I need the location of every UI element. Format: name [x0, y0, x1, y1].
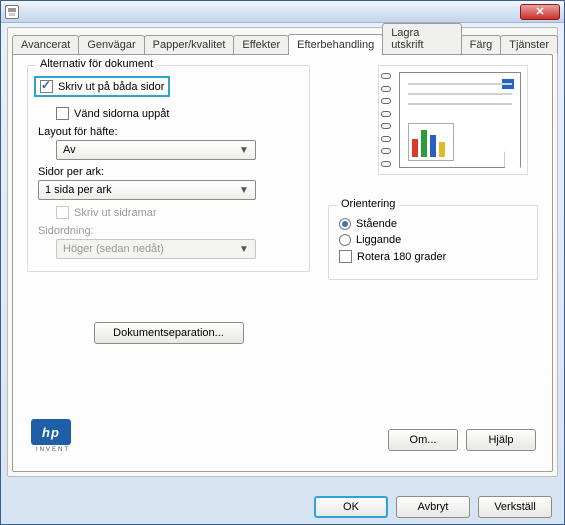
button-label: Hjälp	[488, 434, 513, 446]
tab-label: Färg	[470, 39, 493, 51]
tab-container: Avancerat Genvägar Papper/kvalitet Effek…	[7, 27, 558, 477]
help-button[interactable]: Hjälp	[466, 429, 536, 451]
cancel-button[interactable]: Avbryt	[396, 496, 470, 518]
chevron-down-icon: ▼	[237, 145, 251, 156]
tab-label: Avancerat	[21, 39, 70, 51]
tab-label: Tjänster	[509, 39, 549, 51]
dialog-button-row: OK Avbryt Verkställ	[314, 496, 552, 518]
radio-portrait[interactable]	[339, 218, 351, 230]
page-preview	[378, 65, 528, 175]
about-button[interactable]: Om...	[388, 429, 458, 451]
select-pages-per-sheet[interactable]: 1 sida per ark ▼	[38, 180, 256, 200]
label-flip-up: Vänd sidorna uppåt	[74, 108, 169, 120]
label-print-borders: Skriv ut sidramar	[74, 207, 157, 219]
tab-finishing[interactable]: Efterbehandling	[288, 34, 383, 55]
right-column: Orientering Stående Liggande Rotera 180 …	[328, 65, 538, 405]
highlight-both-sides: Skriv ut på båda sidor	[34, 76, 170, 97]
tab-services[interactable]: Tjänster	[500, 35, 558, 54]
checkbox-both-sides[interactable]	[40, 80, 53, 93]
spiral-binding-icon	[381, 70, 393, 170]
button-label: Om...	[410, 434, 437, 446]
preview-chart-icon	[408, 123, 454, 161]
tab-label: Papper/kvalitet	[153, 39, 226, 51]
label-landscape: Liggande	[356, 234, 401, 246]
printer-icon	[5, 5, 19, 19]
button-label: Dokumentseparation...	[113, 327, 224, 339]
select-booklet-layout[interactable]: Av ▼	[56, 140, 256, 160]
tab-label: Efterbehandling	[297, 39, 374, 51]
tab-label: Effekter	[242, 39, 280, 51]
select-value: 1 sida per ark	[45, 184, 112, 196]
tab-body-finishing: Alternativ för dokument Skriv ut på båda…	[12, 54, 553, 472]
label-rotate-180: Rotera 180 grader	[357, 251, 446, 263]
tab-color[interactable]: Färg	[461, 35, 502, 54]
label-pages-per-sheet: Sidor per ark:	[38, 166, 299, 178]
ok-button[interactable]: OK	[314, 496, 388, 518]
document-options-fieldset: Alternativ för dokument Skriv ut på båda…	[27, 65, 310, 272]
checkbox-rotate-180[interactable]	[339, 250, 352, 263]
footer-buttons: Om... Hjälp	[388, 429, 536, 451]
checkbox-flip-up[interactable]	[56, 107, 69, 120]
button-label: Avbryt	[418, 501, 449, 513]
fieldset-title: Alternativ för dokument	[36, 58, 157, 70]
chevron-down-icon: ▼	[237, 244, 251, 255]
logo-text: hp	[42, 425, 60, 440]
left-column: Alternativ för dokument Skriv ut på båda…	[27, 65, 310, 405]
label-both-sides: Skriv ut på båda sidor	[58, 81, 164, 93]
button-label: OK	[343, 501, 359, 513]
checkbox-print-borders	[56, 206, 69, 219]
tab-paper-quality[interactable]: Papper/kvalitet	[144, 35, 235, 54]
fieldset-title: Orientering	[337, 198, 399, 210]
label-page-order: Sidordning:	[38, 225, 299, 237]
tab-label: Genvägar	[87, 39, 135, 51]
orientation-fieldset: Orientering Stående Liggande Rotera 180 …	[328, 205, 538, 280]
close-icon: ✕	[535, 5, 544, 18]
tab-strip: Avancerat Genvägar Papper/kvalitet Effek…	[8, 32, 557, 54]
radio-landscape[interactable]	[339, 234, 351, 246]
page-fold-icon	[504, 151, 520, 167]
label-booklet-layout: Layout för häfte:	[38, 126, 299, 138]
select-value: Av	[63, 144, 76, 156]
tab-shortcuts[interactable]: Genvägar	[78, 35, 144, 54]
document-separation-button[interactable]: Dokumentseparation...	[94, 322, 244, 344]
select-page-order: Höger (sedan nedåt) ▼	[56, 239, 256, 259]
preview-page	[399, 72, 521, 168]
tab-job-storage[interactable]: Lagra utskrift	[382, 23, 461, 54]
label-portrait: Stående	[356, 218, 397, 230]
tab-label: Lagra utskrift	[391, 27, 423, 51]
button-label: Verkställ	[494, 501, 536, 513]
window-close-button[interactable]: ✕	[520, 4, 560, 20]
hp-badge-icon: hp	[31, 419, 71, 445]
tab-effects[interactable]: Effekter	[233, 35, 289, 54]
print-properties-window: ✕ Avancerat Genvägar Papper/kvalitet Eff…	[0, 0, 565, 525]
hp-logo: hp INVENT	[31, 419, 75, 455]
tab-advanced[interactable]: Avancerat	[12, 35, 79, 54]
apply-button[interactable]: Verkställ	[478, 496, 552, 518]
titlebar: ✕	[1, 1, 564, 23]
select-value: Höger (sedan nedåt)	[63, 243, 164, 255]
chevron-down-icon: ▼	[237, 185, 251, 196]
hp-sub-text: INVENT	[31, 447, 75, 453]
